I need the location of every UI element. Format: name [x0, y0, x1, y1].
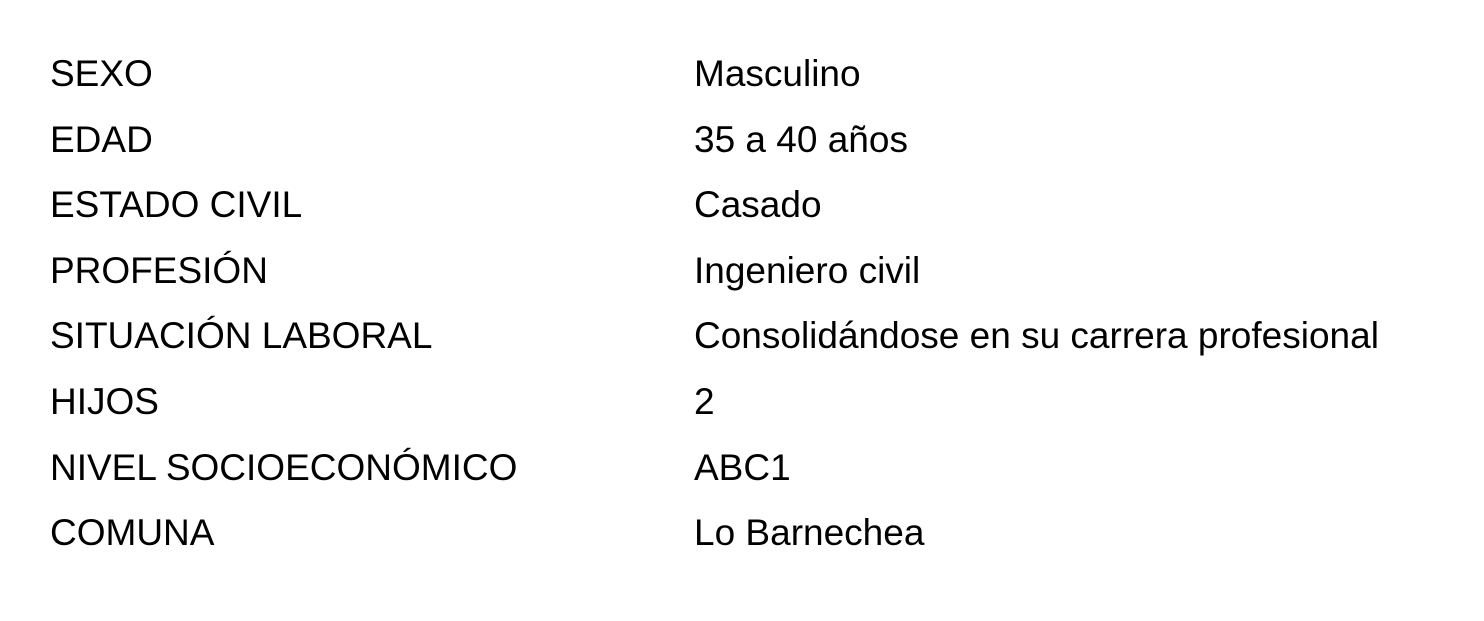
profile-row-nivel-socioeconomico: NIVEL SOCIOECONÓMICO ABC1	[50, 435, 1470, 501]
profile-table-body: SEXO Masculino EDAD 35 a 40 años ESTADO …	[50, 41, 1470, 566]
profile-row-sexo: SEXO Masculino	[50, 41, 1470, 107]
profile-label: ESTADO CIVIL	[50, 184, 303, 226]
profile-label: EDAD	[50, 118, 153, 160]
profile-row-situacion-laboral: SITUACIÓN LABORAL Consolidándose en su c…	[50, 303, 1470, 369]
profile-row-profesion: PROFESIÓN Ingeniero civil	[50, 238, 1470, 304]
profile-value: Lo Barnechea	[694, 512, 925, 554]
profile-value: Masculino	[694, 53, 861, 94]
profile-value: Consolidándose en su carrera profesional	[694, 315, 1379, 357]
profile-value: Casado	[694, 184, 822, 226]
profile-label: SITUACIÓN LABORAL	[50, 315, 433, 357]
profile-row-comuna: COMUNA Lo Barnechea	[50, 500, 1470, 566]
profile-value: ABC1	[694, 446, 791, 488]
profile-value: 35 a 40 años	[694, 118, 908, 160]
profile-label: HIJOS	[50, 380, 159, 422]
profile-row-hijos: HIJOS 2	[50, 369, 1470, 435]
profile-value: 2	[694, 380, 715, 422]
profile-label: COMUNA	[50, 512, 215, 554]
profile-table: SEXO Masculino EDAD 35 a 40 años ESTADO …	[50, 41, 1470, 566]
profile-label: PROFESIÓN	[50, 249, 268, 291]
profile-row-edad: EDAD 35 a 40 años	[50, 107, 1470, 173]
profile-label: NIVEL SOCIOECONÓMICO	[50, 446, 518, 488]
profile-row-estado-civil: ESTADO CIVIL Casado	[50, 172, 1470, 238]
profile-label: SEXO	[50, 53, 153, 94]
profile-value: Ingeniero civil	[694, 249, 921, 291]
